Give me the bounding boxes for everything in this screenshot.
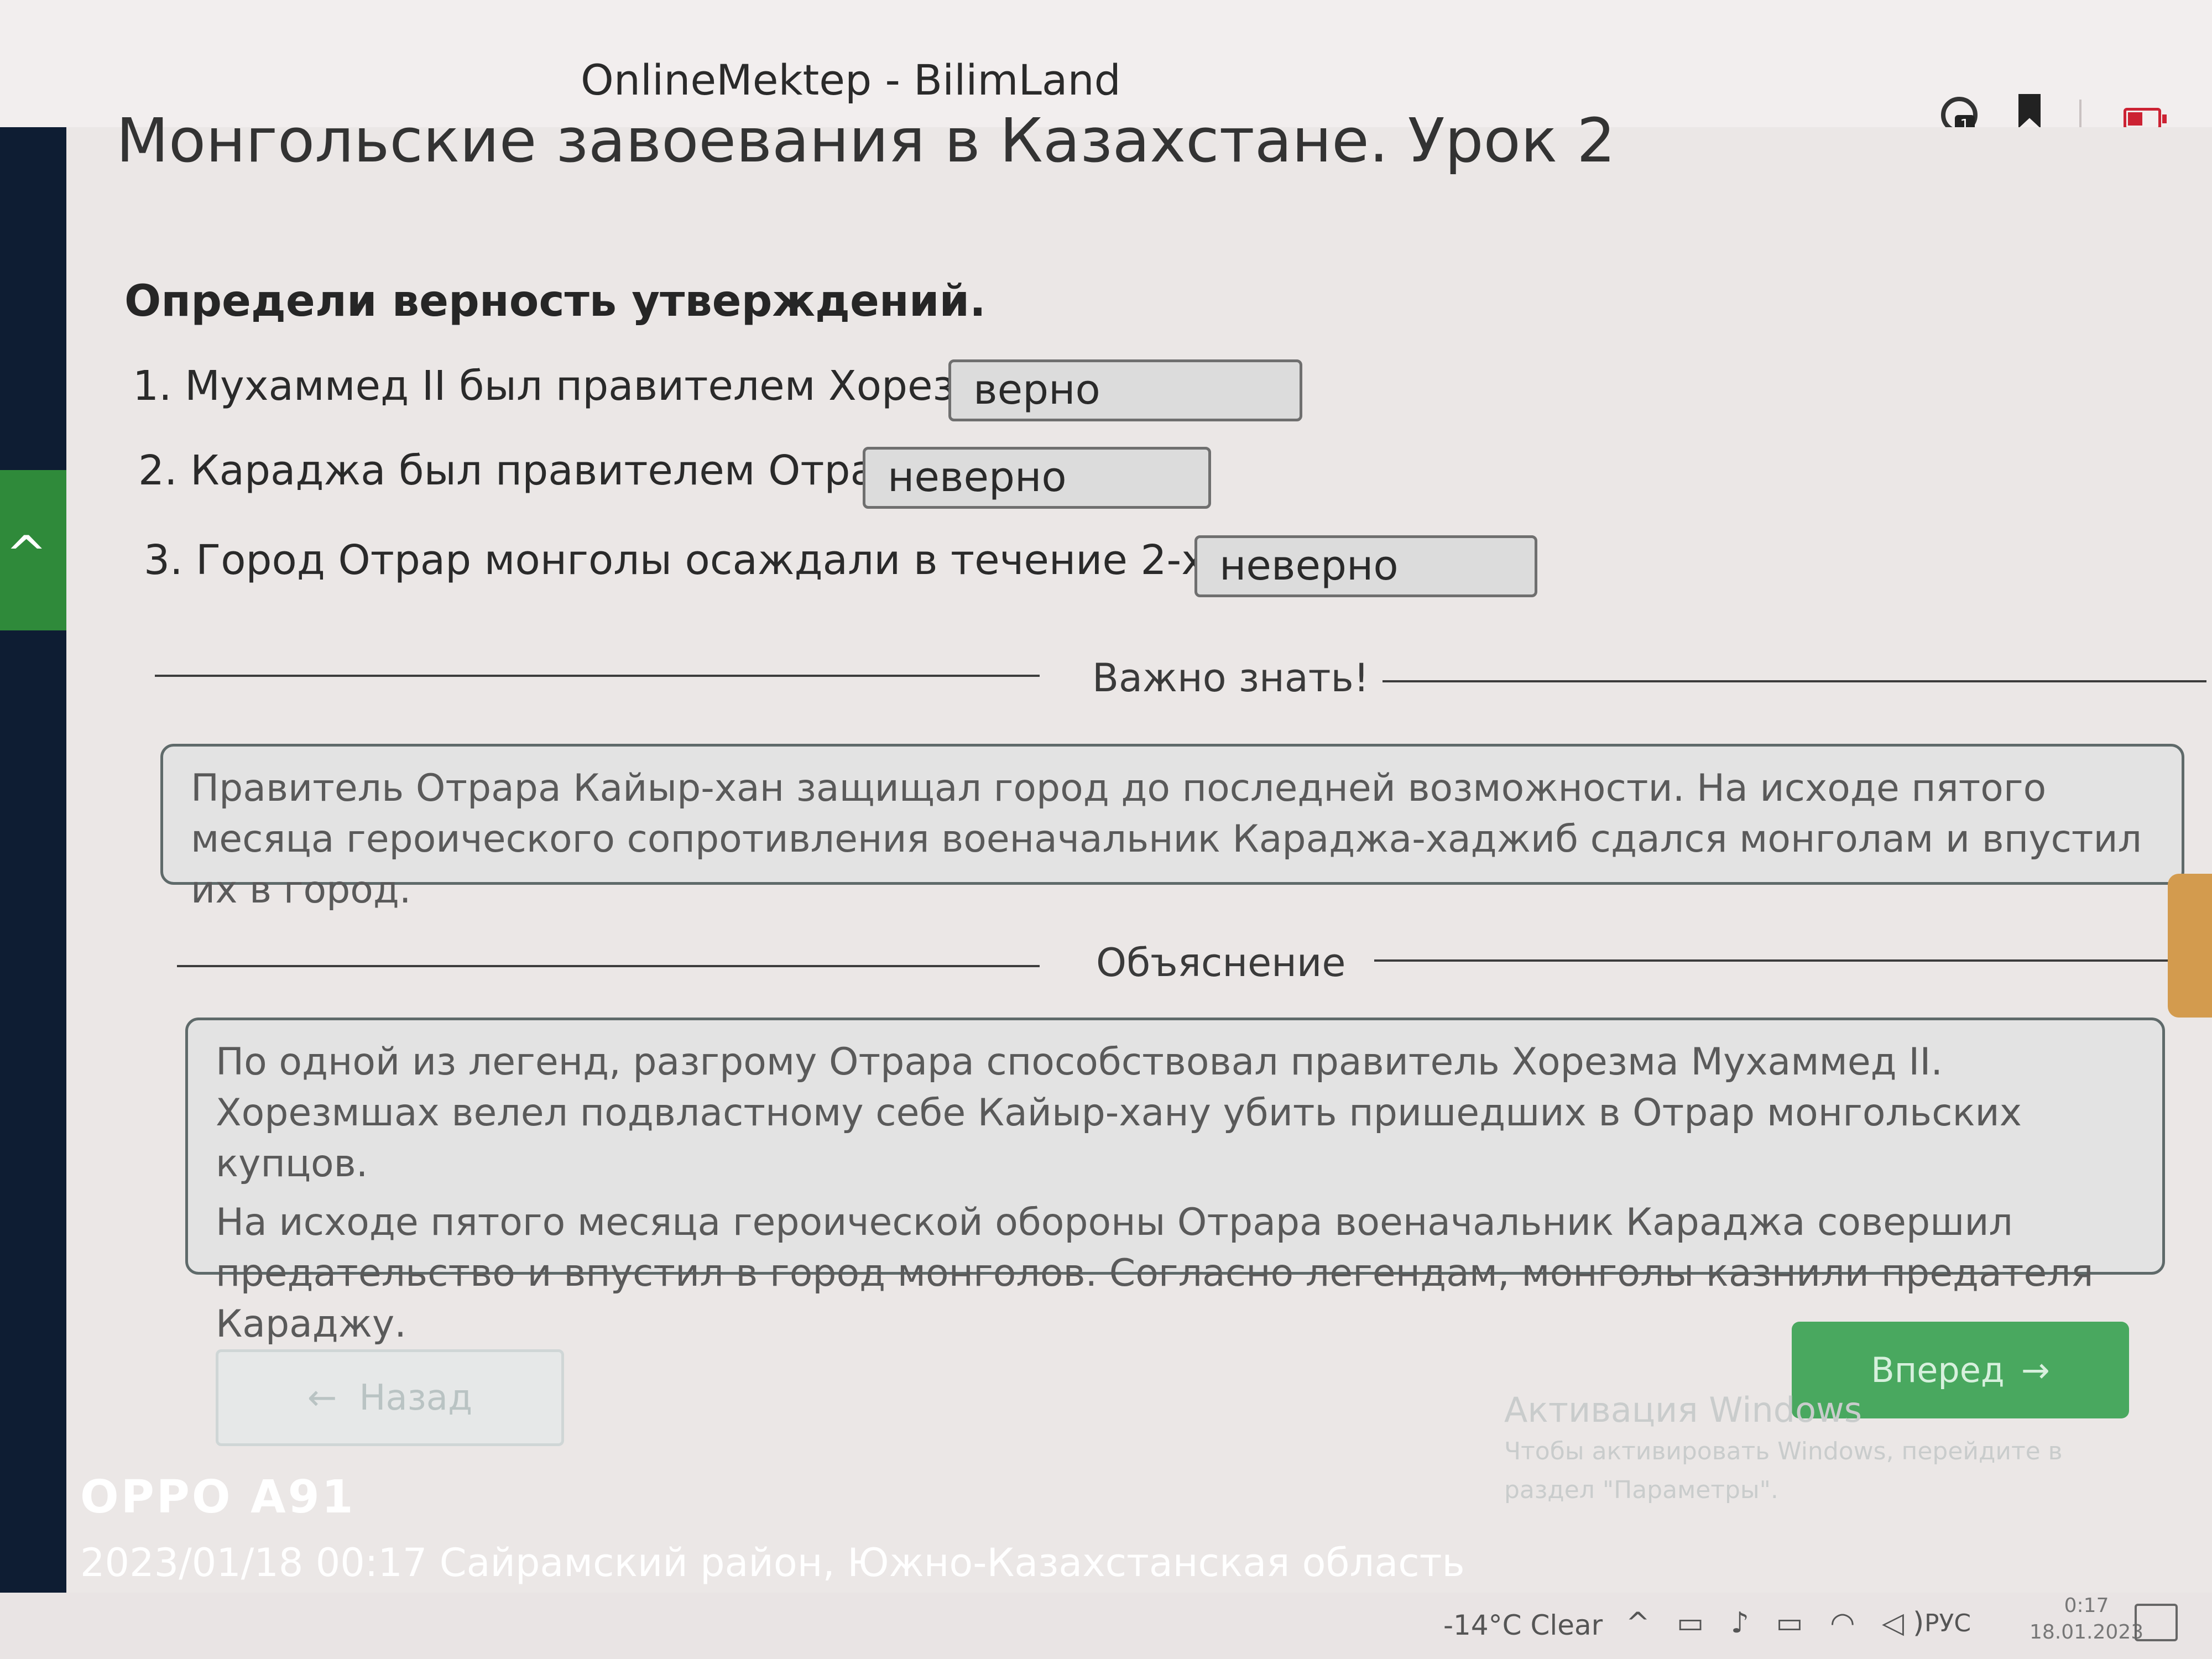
weather-widget[interactable]: -14°C Clear — [1443, 1609, 1603, 1641]
watermark-line-2: Чтобы активировать Windows, перейдите в — [1504, 1437, 2063, 1465]
next-button-label: Вперед — [1871, 1350, 2005, 1390]
window-title: OnlineMektep - BilimLand — [581, 55, 1121, 105]
clock-time: 0:17 — [2064, 1594, 2109, 1617]
explanation-box: По одной из легенд, разгрому Отрара спос… — [185, 1018, 2165, 1346]
watermark-title: Активация Windows — [1504, 1390, 1863, 1430]
taskbar: -14°C Clear ^ ▭ ♪ ▭ ◠ ◁) РУС 0:17 18.01.… — [0, 1593, 2212, 1659]
side-feedback-tab[interactable] — [2168, 874, 2212, 1018]
explanation-paragraph-1: По одной из легенд, разгрому Отрара спос… — [216, 1040, 2022, 1186]
back-button[interactable]: ← Назад — [216, 1349, 564, 1446]
explanation-heading: Объяснение — [1096, 940, 1346, 985]
system-tray-icons[interactable]: ^ ▭ ♪ ▭ ◠ ◁) — [1626, 1606, 1933, 1640]
arrow-right-icon: → — [2021, 1350, 2050, 1390]
statement-1: 1. Мухаммед II был правителем Хорезма. — [133, 362, 1024, 410]
language-indicator[interactable]: РУС — [1924, 1609, 1971, 1637]
answer-dropdown-2[interactable]: неверно — [863, 447, 1211, 509]
watermark-line-3: раздел "Параметры". — [1504, 1476, 1778, 1504]
section-divider-right — [1374, 959, 2204, 962]
windows-activation-watermark: Активация Windows Чтобы активировать Win… — [1504, 1388, 2063, 1510]
important-heading: Важно знать! — [1092, 655, 1369, 701]
back-button-label: Назад — [359, 1377, 473, 1418]
camera-datetime-stamp: 2023/01/18 00:17 Сайрамский район, Южно-… — [80, 1540, 1465, 1585]
arrow-left-icon: ← — [307, 1377, 337, 1418]
section-divider-left — [177, 965, 1040, 967]
lesson-content: Монгольские завоевания в Казахстане. Уро… — [66, 105, 2212, 1620]
notification-icon[interactable] — [2135, 1604, 2178, 1641]
chevron-up-icon[interactable]: ^ — [6, 525, 47, 583]
section-divider-right — [1383, 680, 2206, 682]
statement-2: 2. Караджа был правителем Отрара. — [138, 447, 940, 494]
taskbar-clock[interactable]: 0:17 18.01.2023 — [2030, 1593, 2143, 1646]
answer-dropdown-1[interactable]: верно — [948, 359, 1302, 421]
important-text: Правитель Отрара Кайыр-хан защищал город… — [191, 766, 2142, 912]
lesson-title: Монгольские завоевания в Казахстане. Уро… — [116, 105, 1616, 176]
answer-dropdown-3[interactable]: неверно — [1194, 535, 1537, 597]
task-title: Определи верность утверждений. — [124, 276, 986, 326]
section-divider-left — [155, 675, 1040, 677]
clock-date: 18.01.2023 — [2030, 1621, 2144, 1644]
statement-3: 3. Город Отрар монголы осаждали в течени… — [144, 536, 1339, 584]
camera-model-stamp: OPPO A91 — [80, 1471, 356, 1524]
important-box: Правитель Отрара Кайыр-хан защищал город… — [160, 744, 2184, 912]
